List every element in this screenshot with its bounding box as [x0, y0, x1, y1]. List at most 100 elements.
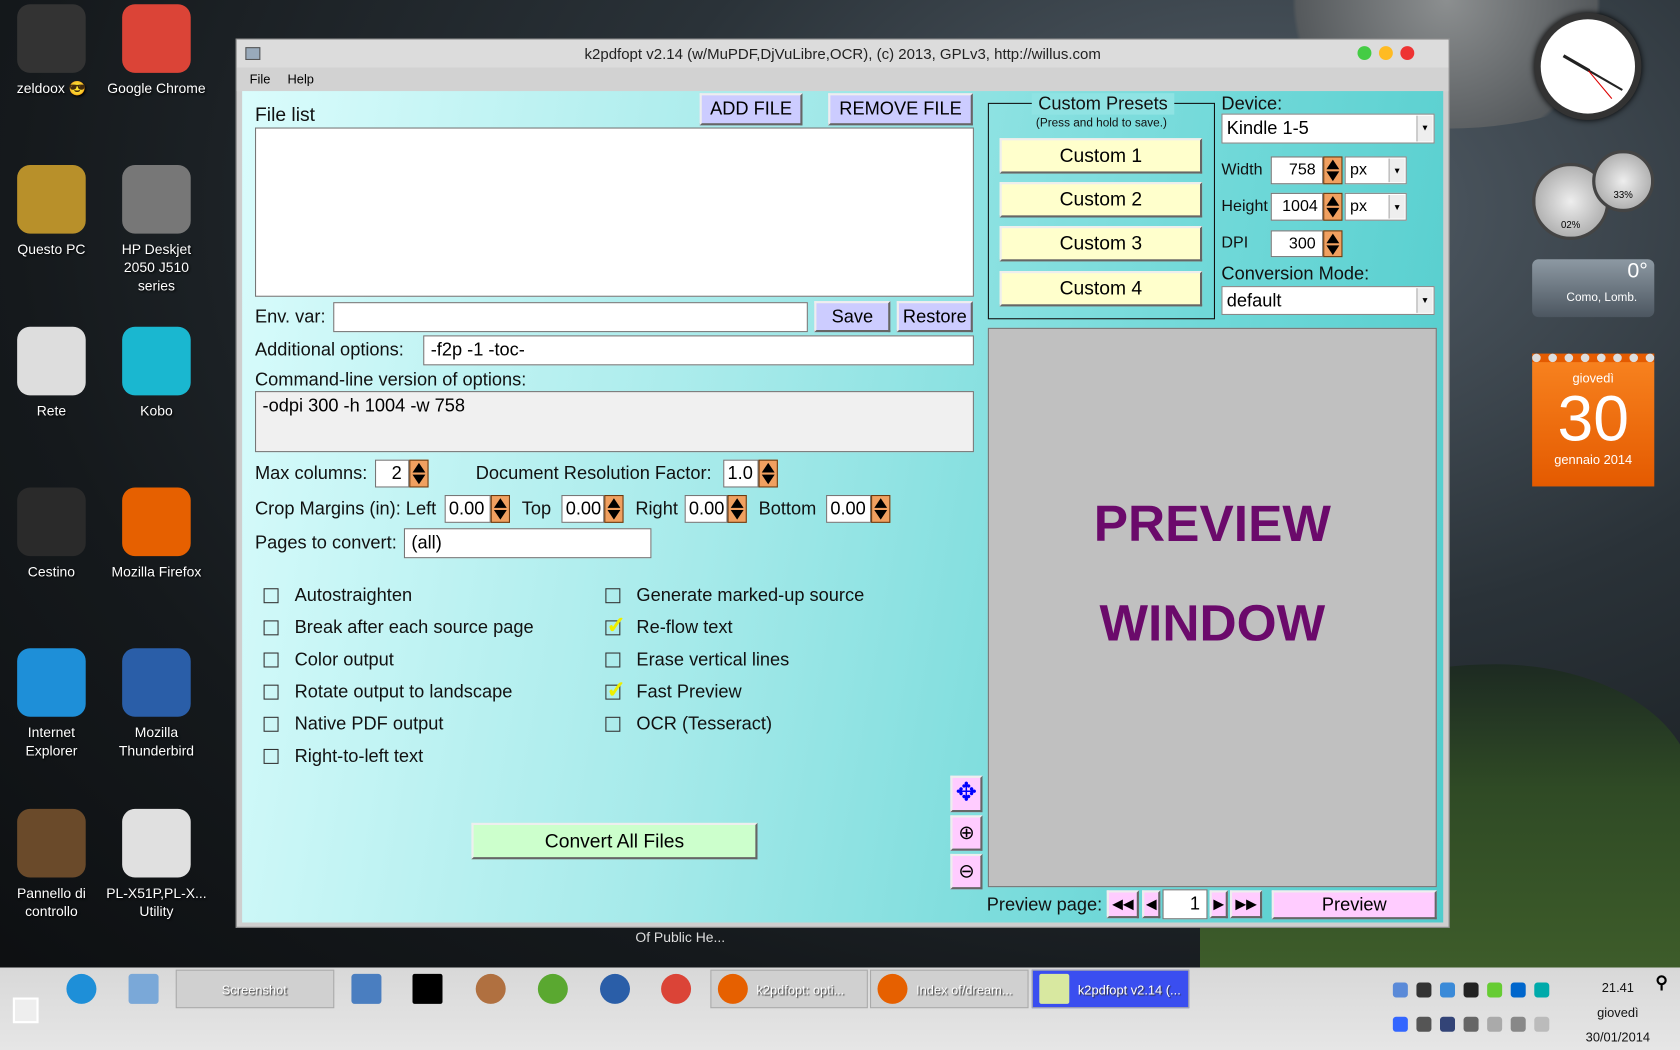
- calculator-icon[interactable]: [128, 973, 159, 1004]
- preview-window[interactable]: PREVIEW WINDOW: [987, 327, 1437, 888]
- checkbox[interactable]: [605, 588, 621, 604]
- height-spinner[interactable]: [1323, 192, 1343, 221]
- desktop-icon[interactable]: Mozilla Firefox: [105, 487, 208, 581]
- checkbox[interactable]: [605, 716, 621, 732]
- desktop-icon[interactable]: Pannello di controllo: [0, 808, 103, 920]
- tray-icon[interactable]: [1416, 1016, 1432, 1032]
- thunderbird-icon[interactable]: [600, 973, 631, 1004]
- max-columns-input[interactable]: 2: [375, 459, 410, 488]
- restore-button[interactable]: Restore: [896, 301, 973, 333]
- checkbox-label[interactable]: Color output: [295, 649, 394, 670]
- checkbox-label[interactable]: Native PDF output: [295, 714, 444, 735]
- search-icon[interactable]: ⚲: [1655, 972, 1668, 993]
- custom-1-button[interactable]: Custom 1: [999, 138, 1203, 174]
- conversion-mode-select[interactable]: default ▼: [1221, 286, 1435, 316]
- width-input[interactable]: 758: [1270, 156, 1324, 185]
- desktop-icon[interactable]: Google Chrome: [105, 4, 208, 97]
- taskbar-item-k2pdfopt-active[interactable]: k2pdfopt v2.14 (...: [1031, 969, 1190, 1009]
- tray-icon[interactable]: [1416, 982, 1432, 998]
- crop-right-input[interactable]: 0.00: [684, 495, 728, 523]
- menu-file[interactable]: File: [250, 72, 271, 87]
- width-spinner[interactable]: [1323, 156, 1343, 185]
- crop-bottom-spinner[interactable]: [871, 495, 891, 523]
- rabbit-app-icon[interactable]: [475, 973, 506, 1004]
- desktop-icon[interactable]: Questo PC: [0, 165, 103, 258]
- preview-page-input[interactable]: 1: [1162, 889, 1208, 920]
- checkbox[interactable]: [263, 588, 279, 604]
- desktop-icon[interactable]: zeldoox 😎: [0, 4, 103, 97]
- height-unit-select[interactable]: px ▼: [1344, 192, 1407, 221]
- custom-4-button[interactable]: Custom 4: [999, 271, 1203, 307]
- preview-button[interactable]: Preview: [1271, 890, 1437, 920]
- internet-explorer-icon[interactable]: [66, 973, 97, 1004]
- checkbox[interactable]: [263, 716, 279, 732]
- save-button[interactable]: Save: [814, 301, 891, 333]
- desktop-icon[interactable]: Kobo: [105, 326, 208, 420]
- chevron-down-icon[interactable]: ▼: [1416, 115, 1433, 142]
- crop-left-spinner[interactable]: [490, 495, 511, 523]
- file-list[interactable]: [255, 127, 974, 297]
- chevron-down-icon[interactable]: ▼: [1388, 158, 1405, 183]
- max-columns-spinner[interactable]: [409, 459, 429, 488]
- tray-icon[interactable]: [1510, 982, 1526, 998]
- width-unit-select[interactable]: px ▼: [1344, 156, 1407, 185]
- custom-3-button[interactable]: Custom 3: [999, 226, 1203, 262]
- desktop-icon[interactable]: Internet Explorer: [0, 648, 103, 759]
- taskbar-item-firefox-index[interactable]: Index of/dream...: [870, 969, 1029, 1009]
- checkbox[interactable]: [263, 620, 279, 636]
- tray-icon[interactable]: [1487, 982, 1503, 998]
- checkbox-label[interactable]: Generate marked-up source: [636, 585, 864, 606]
- crop-bottom-input[interactable]: 0.00: [826, 495, 872, 523]
- checkbox-label[interactable]: Fast Preview: [636, 681, 741, 702]
- device-select[interactable]: Kindle 1-5 ▼: [1221, 113, 1435, 144]
- pan-button[interactable]: ✥: [950, 775, 983, 813]
- remove-file-button[interactable]: REMOVE FILE: [828, 93, 973, 126]
- checkbox[interactable]: [605, 676, 626, 704]
- tray-icon[interactable]: [1463, 1016, 1479, 1032]
- tray-icon[interactable]: [1440, 982, 1456, 998]
- desktop-icon[interactable]: HP Deskjet 2050 J510 series: [105, 165, 208, 295]
- checkbox-label[interactable]: Rotate output to landscape: [295, 681, 513, 702]
- checkbox-label[interactable]: Right-to-left text: [295, 746, 424, 767]
- windows-start-icon[interactable]: [12, 997, 39, 1024]
- utorrent-icon[interactable]: [537, 973, 568, 1004]
- drf-input[interactable]: 1.0: [723, 459, 759, 488]
- checkbox[interactable]: [263, 684, 279, 700]
- desktop-icon[interactable]: Rete: [0, 326, 103, 420]
- desktop-icon[interactable]: Mozilla Thunderbird: [105, 648, 208, 759]
- next-page-button[interactable]: ▶: [1209, 890, 1228, 919]
- command-prompt-icon[interactable]: [412, 973, 443, 1004]
- menu-help[interactable]: Help: [288, 72, 314, 87]
- checkbox-label[interactable]: Re-flow text: [636, 617, 732, 638]
- checkbox-label[interactable]: Break after each source page: [295, 617, 534, 638]
- dpi-input[interactable]: 300: [1270, 230, 1324, 258]
- crop-top-spinner[interactable]: [604, 495, 624, 523]
- pages-input[interactable]: (all): [403, 528, 652, 559]
- crop-left-input[interactable]: 0.00: [444, 495, 491, 523]
- system-clock[interactable]: 21.41 giovedì 30/01/2014: [1575, 976, 1661, 1050]
- crop-top-input[interactable]: 0.00: [561, 495, 605, 523]
- tray-icon[interactable]: [1392, 982, 1408, 998]
- desktop-icon[interactable]: PL-X51P,PL-X... Utility: [105, 808, 208, 920]
- minimize-button[interactable]: [1357, 46, 1372, 61]
- checkbox[interactable]: [605, 612, 626, 640]
- zoom-in-button[interactable]: ⊕: [950, 815, 983, 851]
- chevron-down-icon[interactable]: ▼: [1388, 195, 1405, 219]
- checkbox[interactable]: [263, 748, 279, 764]
- checkbox-label[interactable]: Autostraighten: [295, 585, 412, 606]
- env-var-input[interactable]: [333, 302, 808, 333]
- additional-options-input[interactable]: -f2p -1 -toc-: [423, 335, 974, 366]
- taskbar-item-firefox-k2pdfopt[interactable]: k2pdfopt: opti...: [710, 969, 868, 1009]
- checkbox[interactable]: [605, 652, 621, 668]
- chrome-icon[interactable]: [661, 973, 692, 1004]
- checkbox-label[interactable]: OCR (Tesseract): [636, 714, 772, 735]
- tray-icon[interactable]: [1510, 1016, 1526, 1032]
- tray-icon[interactable]: [1534, 1016, 1550, 1032]
- last-page-button[interactable]: ▶▶: [1230, 890, 1263, 919]
- taskbar-item-screenshot[interactable]: Screenshot: [175, 969, 335, 1009]
- height-input[interactable]: 1004: [1270, 192, 1324, 221]
- drf-spinner[interactable]: [758, 459, 778, 488]
- checkbox[interactable]: [263, 652, 279, 668]
- checkbox-label[interactable]: Erase vertical lines: [636, 649, 789, 670]
- chevron-down-icon[interactable]: ▼: [1416, 288, 1433, 313]
